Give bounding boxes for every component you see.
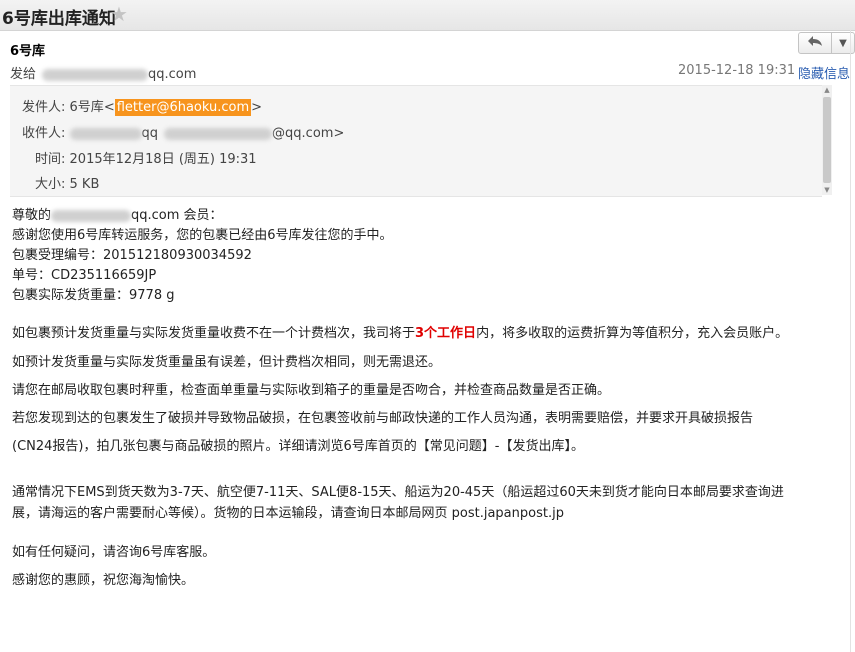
redacted-recipient-name xyxy=(69,127,142,140)
from-email[interactable]: fletter@6haoku.com xyxy=(114,99,252,116)
greeting: 尊敬的 qq.com 会员： xyxy=(12,204,223,223)
redacted-recipient xyxy=(42,68,149,81)
time-row: 时间: 2015年12月18日 (周五) 19:31 xyxy=(35,148,257,167)
message-details-panel: 发件人: 6号库< fletter@6haoku.com > 收件人: qq @qq.… xyxy=(10,85,822,197)
no-refund-paragraph: 如预计发货重量与实际发货重量虽有误差，但计费档次相同，则无需退还。 xyxy=(12,355,442,370)
from-name: 6号库 xyxy=(69,100,104,115)
refund-paragraph: 如包裹预计发货重量与实际发货重量收费不在一个计费档次，我司将于3个工作日内，将多… xyxy=(12,322,788,341)
thanks-line: 感谢您使用6号库转运服务，您的包裹已经由6号库发往您的手中。 xyxy=(12,228,393,243)
shipping-time-2: 展，请海运的客户需要耐心等候）。货物的日本运输段，请查询日本邮局网页 post.… xyxy=(12,506,564,521)
message-toolbar: ▼ xyxy=(798,32,855,54)
to-partial: qq xyxy=(141,126,159,141)
refund-text-a: 如包裹预计发货重量与实际发货重量收费不在一个计费档次，我司将于 xyxy=(12,326,416,341)
size-value: 5 KB xyxy=(69,177,100,192)
reply-icon xyxy=(807,35,823,51)
redacted-recipient-email xyxy=(164,127,273,140)
more-actions-button[interactable]: ▼ xyxy=(831,32,855,54)
sent-date: 2015-12-18 19:31 xyxy=(678,63,796,78)
recipient-row: 发给 qq.com xyxy=(10,63,196,82)
details-scrollbar[interactable]: ▲ ▼ xyxy=(822,85,832,195)
greeting-prefix: 尊敬的 xyxy=(12,208,52,223)
closing-line: 感谢您的惠顾，祝您海淘愉快。 xyxy=(12,573,195,588)
time-label: 时间: xyxy=(35,152,66,167)
to-detail-suffix: @qq.com> xyxy=(272,126,345,141)
sender-name[interactable]: 6号库 xyxy=(10,40,45,59)
damage-paragraph-1: 若您发现到达的包裹发生了破损并导致物品破损，在包裹签收前与邮政快递的工作人员沟通… xyxy=(12,411,754,426)
from-label: 发件人: xyxy=(22,100,66,115)
scroll-down-icon[interactable]: ▼ xyxy=(822,185,832,195)
refund-deadline: 3个工作日 xyxy=(415,326,477,341)
scroll-up-icon[interactable]: ▲ xyxy=(822,85,832,95)
shipping-time-1: 通常情况下EMS到货天数为3-7天、航空便7-11天、SAL便8-15天、船运为… xyxy=(12,485,784,500)
package-number: 包裹受理编号：201512180930034592 xyxy=(12,248,252,263)
package-weight: 包裹实际发货重量：9778 g xyxy=(12,288,175,303)
from-row: 发件人: 6号库< fletter@6haoku.com > xyxy=(22,99,263,116)
contact-line: 如有任何疑问，请咨询6号库客服。 xyxy=(12,545,216,560)
greeting-suffix: qq.com 会员： xyxy=(131,208,223,223)
star-icon[interactable]: ★ xyxy=(110,2,128,26)
title-bar: 6号库出库通知 ★ xyxy=(0,0,855,31)
to-detail-label: 收件人: xyxy=(22,126,66,141)
size-label: 大小: xyxy=(35,177,66,192)
reply-button[interactable] xyxy=(798,32,832,54)
damage-paragraph-2: (CN24报告)，拍几张包裹与商品破损的照片。详细请浏览6号库首页的【常见问题】… xyxy=(12,439,584,454)
refund-text-b: 内，将多收取的运费折算为等值积分，充入会员账户。 xyxy=(476,326,789,341)
time-value: 2015年12月18日 (周五) 19:31 xyxy=(69,152,257,167)
hide-details-link[interactable]: 隐藏信息 xyxy=(798,63,850,82)
to-suffix: qq.com xyxy=(148,67,197,82)
pane-border xyxy=(850,30,851,652)
weigh-paragraph: 请您在邮局收取包裹时秤重，检查面单重量与实际收到箱子的重量是否吻合，并检查商品数… xyxy=(12,383,611,398)
scrollbar-thumb[interactable] xyxy=(823,97,831,183)
size-row: 大小: 5 KB xyxy=(35,173,99,192)
chevron-down-icon: ▼ xyxy=(839,37,847,49)
to-label: 发给 xyxy=(10,67,37,82)
tracking-number: 单号：CD235116659JP xyxy=(12,268,157,283)
email-subject: 6号库出库通知 xyxy=(2,9,116,29)
to-detail-row: 收件人: qq @qq.com> xyxy=(22,122,344,141)
redacted-member-email xyxy=(51,209,132,222)
